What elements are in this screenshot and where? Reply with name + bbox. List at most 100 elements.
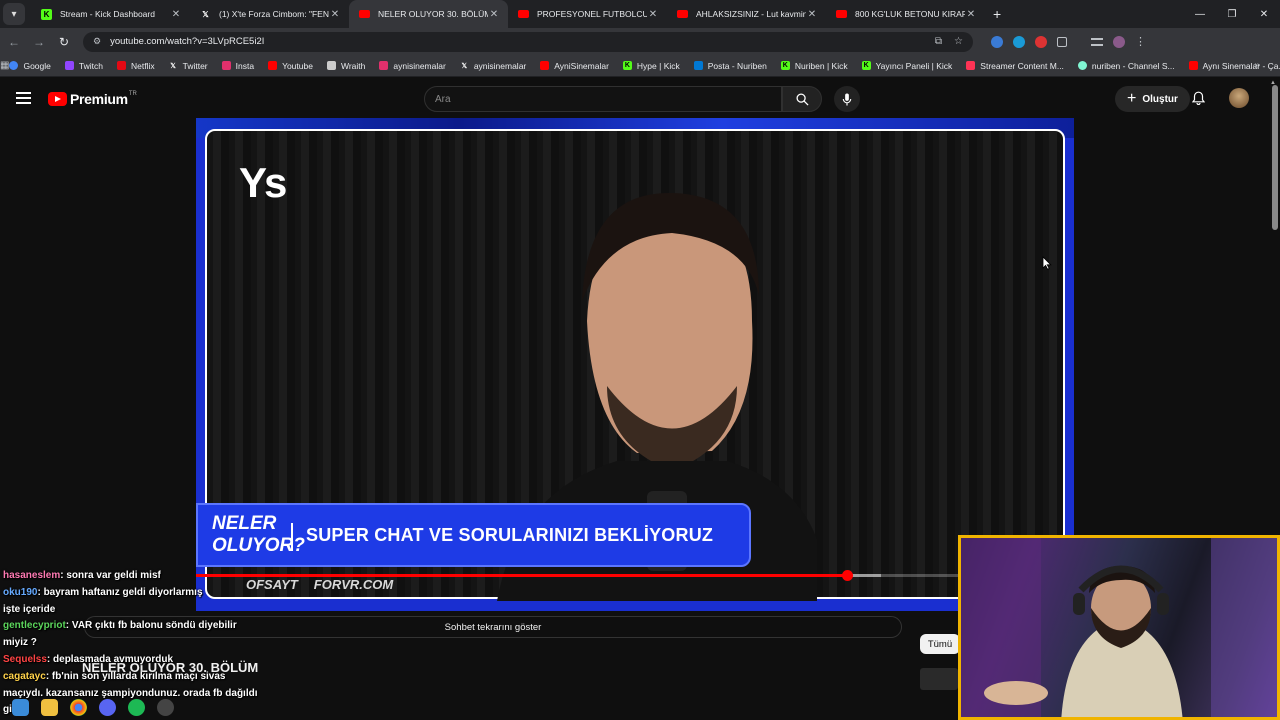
tab-search-icon[interactable]: ▾ — [3, 3, 25, 25]
site-info-icon[interactable]: ⚙ — [93, 36, 101, 47]
bookmark-label: Twitter — [182, 60, 208, 71]
bookmark-item[interactable]: AyniSinemalar — [540, 61, 609, 71]
show-banner: NELER OLUYOR? SUPER CHAT VE SORULARINIZI… — [196, 503, 751, 567]
x-icon: 𝕏 — [202, 9, 209, 19]
close-tab-icon[interactable]: ✕ — [806, 9, 818, 20]
close-tab-icon[interactable]: ✕ — [488, 9, 500, 20]
profile-icon[interactable] — [1113, 35, 1125, 48]
minimize-icon[interactable]: — — [1184, 0, 1216, 28]
instagram-icon — [379, 61, 389, 70]
puzzle-extensions-icon[interactable] — [1057, 36, 1067, 47]
page-scrollbar[interactable] — [1272, 85, 1278, 230]
microphone-icon — [842, 92, 852, 106]
wraith-icon — [326, 61, 336, 70]
chat-text: : VAR çıktı fb balonu söndü diyebilir — [65, 620, 237, 632]
notifications-bell-icon[interactable] — [1191, 91, 1206, 108]
browser-tab[interactable]: 𝕏 (1) X'te Forza Cimbom: "FENERBAHÇE✕ — [190, 0, 349, 28]
apps-grid-icon[interactable]: ▦ — [0, 60, 9, 71]
address-bar[interactable]: ⚙ youtube.com/watch?v=3LVpRCE5i2I ⧉ ☆ — [83, 31, 973, 52]
back-icon[interactable]: ← — [3, 31, 25, 53]
bookmark-item[interactable]: K Yayıncı Paneli | Kick — [861, 60, 953, 71]
bookmark-item[interactable]: Youtube — [268, 61, 313, 71]
close-tab-icon[interactable]: ✕ — [170, 9, 182, 20]
bookmarks-overflow-icon[interactable]: » — [1254, 60, 1260, 71]
filter-chip-all[interactable]: Tümü — [920, 634, 960, 654]
chat-message: cagatayc: fb'nin son yıllarda kırılma ma… — [3, 669, 225, 686]
forward-icon[interactable]: → — [28, 31, 50, 53]
browser-tab[interactable]: K Stream - Kick Dashboard ✕ — [31, 0, 190, 28]
file-explorer-icon[interactable] — [41, 698, 58, 716]
close-tab-icon[interactable]: ✕ — [329, 9, 341, 20]
new-tab-button[interactable]: + — [993, 6, 1001, 22]
mouse-cursor-icon — [1042, 256, 1052, 270]
chat-text: : bayram haftanız geldi diyorlarmış — [37, 586, 203, 598]
bookmark-item[interactable]: nuriben - Channel S... — [1077, 61, 1175, 71]
chat-replay-label: Sohbet tekrarını göster — [444, 621, 542, 633]
youtube-icon — [1188, 61, 1198, 70]
video-player[interactable]: Ys NELER OLUYOR? SUPER CHAT VE SORULARIN… — [196, 118, 1074, 611]
streamlabs-icon — [1077, 61, 1087, 70]
bookmark-item[interactable]: Google — [9, 61, 51, 71]
browser-tab[interactable]: 800 KG'LUK BETONU KIRAR ✕ — [826, 0, 985, 28]
youtube-icon — [359, 10, 370, 18]
obs-icon[interactable] — [157, 698, 174, 716]
close-tab-icon[interactable]: ✕ — [647, 9, 659, 20]
bookmark-item[interactable]: Streamer Content M... — [966, 61, 1064, 71]
bookmark-item[interactable]: aynisinemalar — [379, 61, 446, 71]
tab-title: Stream - Kick Dashboard — [60, 9, 155, 19]
close-window-icon[interactable]: ✕ — [1248, 0, 1280, 28]
banner-separator — [291, 523, 293, 551]
bookmark-star-icon[interactable]: ☆ — [954, 36, 963, 47]
spotify-icon[interactable] — [128, 698, 145, 716]
youtube-header: Premium TR Ara + Oluştur — [0, 78, 1280, 120]
bookmark-item[interactable]: Posta - Nuriben — [693, 61, 767, 71]
streamer-icon — [966, 61, 976, 70]
windows-start-icon[interactable] — [12, 698, 29, 716]
browser-tab[interactable]: NELER OLUYOR 30. BÖLÜM - YouTube✕ — [349, 0, 508, 28]
reload-icon[interactable]: ↻ — [53, 31, 75, 53]
discord-icon[interactable] — [99, 698, 116, 716]
chat-text: : deplasmada avmuyorduk — [46, 654, 174, 665]
youtube-icon — [518, 10, 529, 18]
youtube-icon — [836, 10, 847, 18]
install-app-icon[interactable]: ⧉ — [935, 36, 942, 47]
hamburger-menu-icon[interactable] — [16, 92, 31, 104]
menu-kebab-icon[interactable]: ⋮ — [1135, 36, 1146, 48]
shield-extension-icon[interactable] — [991, 35, 1003, 48]
video-progress-bar[interactable] — [196, 570, 1074, 581]
bookmark-item[interactable]: K Hype | Kick — [622, 61, 680, 71]
browser-tab[interactable]: AHLAKSIZSINIZ - Lut kavminden✕ — [667, 0, 826, 28]
channel-overlay-logo: Ys — [239, 159, 287, 206]
record-extension-icon[interactable] — [1035, 35, 1047, 48]
youtube-logo[interactable]: Premium TR — [48, 91, 137, 107]
close-tab-icon[interactable]: ✕ — [965, 9, 977, 20]
browser-tab[interactable]: PROFESYONEL FUTBOLCU SENİ✕ — [508, 0, 667, 28]
search-input[interactable]: Ara — [424, 86, 782, 112]
bookmark-item[interactable]: 𝕏 Twitter — [169, 60, 208, 71]
bookmark-item[interactable]: Wraith — [326, 61, 365, 71]
create-button[interactable]: + Oluştur — [1115, 86, 1190, 112]
bookmark-item[interactable]: Insta — [221, 60, 255, 71]
chat-message: oku190: bayram haftanız geldi diyorlarmı… — [3, 585, 203, 602]
filter-chip-label: Tümü — [927, 638, 953, 650]
media-control-icon[interactable] — [1091, 37, 1103, 46]
bookmark-item[interactable]: Aynı Sinemalar - Ça... — [1188, 61, 1280, 71]
account-avatar[interactable] — [1229, 88, 1249, 108]
globe-extension-icon[interactable] — [1013, 35, 1025, 48]
bookmark-label: Yayıncı Paneli | Kick — [875, 60, 953, 71]
bookmark-label: Insta — [235, 60, 255, 71]
outlook-icon — [693, 61, 703, 70]
restore-icon[interactable]: ❐ — [1216, 0, 1248, 28]
recommended-video-thumbnail[interactable] — [920, 668, 958, 690]
bookmark-item[interactable]: K Nuriben | Kick — [780, 61, 848, 71]
search-button[interactable] — [782, 86, 822, 112]
voice-search-button[interactable] — [834, 86, 860, 112]
chat-username: hasaneslem — [3, 570, 61, 581]
bookmark-item[interactable]: Twitch — [64, 61, 103, 71]
kick-icon: K — [622, 61, 632, 70]
bookmark-item[interactable]: 𝕏aynisinemalar — [460, 61, 526, 71]
progress-scrubber-handle[interactable] — [841, 570, 853, 581]
bookmark-item[interactable]: Netflix — [116, 61, 155, 71]
chrome-icon[interactable] — [70, 698, 87, 716]
progress-played — [196, 574, 847, 577]
